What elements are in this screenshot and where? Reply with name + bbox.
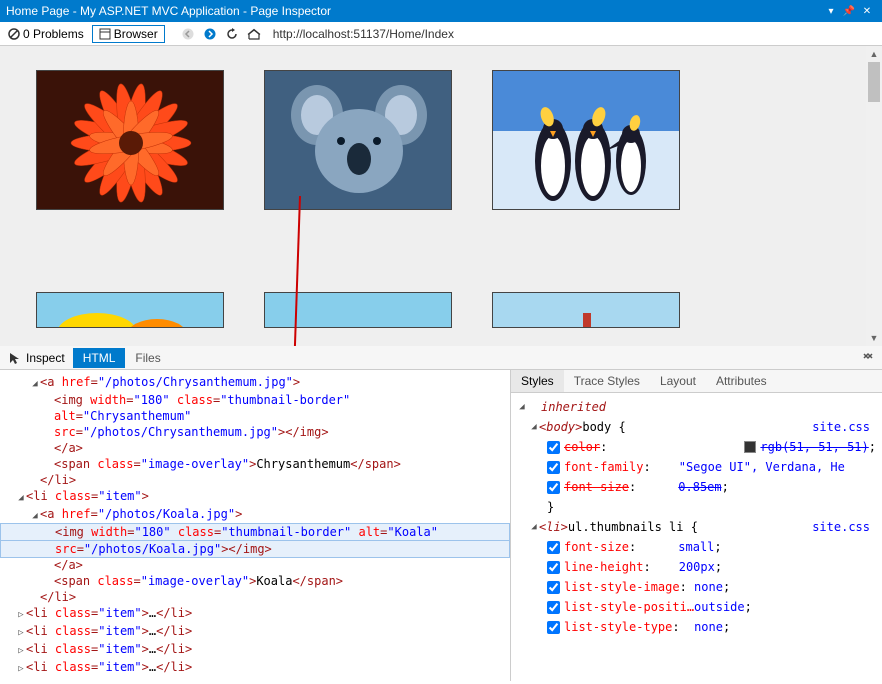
css-declaration[interactable]: list-style-type: none; [517,617,876,637]
css-toggle-checkbox[interactable] [547,541,560,554]
styles-pane: Styles Trace Styles Layout Attributes ◢i… [510,370,882,681]
inherited-label: inherited [527,397,606,417]
arrow-left-icon [182,28,194,40]
window-titlebar: Home Page - My ASP.NET MVC Application -… [0,0,882,22]
thumbnail-partial-2[interactable] [264,292,452,328]
browser-button[interactable]: Browser [92,25,165,43]
inspect-button[interactable]: Inspect [0,351,73,365]
css-source-link[interactable]: site.css [812,517,876,537]
home-icon [247,28,261,40]
thumbnail-partial-3[interactable] [492,292,680,328]
tree-node-selected[interactable]: <img width="180" class="thumbnail-border… [0,523,510,541]
url-field[interactable]: http://localhost:51137/Home/Index [267,27,878,41]
css-rule[interactable]: ◢<li> ul.thumbnails li {site.css [517,517,876,537]
tab-files[interactable]: Files [125,348,170,368]
cursor-icon [8,351,22,365]
refresh-icon [226,28,238,40]
browser-icon [99,28,111,40]
css-toggle-checkbox[interactable] [547,461,560,474]
css-declaration[interactable]: font-size:0.85em; [517,477,876,497]
tree-node[interactable]: ▷<li class="item">…</li> [0,659,510,677]
tab-trace-styles[interactable]: Trace Styles [564,370,650,392]
tree-node-selected[interactable]: src="/photos/Koala.jpg"></img> [0,540,510,558]
scroll-thumb[interactable] [868,62,880,102]
thumbnail-partial-1[interactable] [36,292,224,328]
tab-styles[interactable]: Styles [511,370,564,392]
inspector-tabstrip: Inspect HTML Files [0,346,882,370]
thumbnail-chrysanthemum[interactable] [36,70,224,210]
tab-html[interactable]: HTML [73,348,126,368]
tree-node[interactable]: <img width="180" class="thumbnail-border… [0,392,510,408]
scroll-up-icon[interactable]: ▲ [866,46,882,62]
problems-label: 0 Problems [23,27,84,41]
nav-back-button[interactable] [179,25,197,43]
tab-attributes[interactable]: Attributes [706,370,777,392]
arrow-right-icon [204,28,216,40]
collapse-chevron-icon[interactable] [854,350,882,365]
browser-preview: ▲ ▼ [0,46,882,346]
styles-tabstrip: Styles Trace Styles Layout Attributes [511,370,882,393]
preview-scrollbar[interactable]: ▲ ▼ [866,46,882,346]
tree-node[interactable]: ▷<li class="item">…</li> [0,641,510,659]
color-swatch[interactable] [744,441,756,453]
toolbar: 0 Problems Browser http://localhost:5113… [0,22,882,46]
styles-body[interactable]: ◢inherited ◢<body> body {site.css color:… [511,393,882,681]
nav-forward-button[interactable] [201,25,219,43]
thumbnail-row-2 [0,234,882,346]
css-declaration[interactable]: list-style-positi…outside; [517,597,876,617]
browser-label: Browser [114,27,158,41]
css-toggle-checkbox[interactable] [547,561,560,574]
tree-node[interactable]: </a> [0,557,510,573]
window-close-icon[interactable]: ✕ [858,6,876,17]
tree-node[interactable]: ◢<a href="/photos/Koala.jpg"> [0,506,510,524]
tree-node[interactable]: </li> [0,589,510,605]
tree-node[interactable]: alt="Chrysanthemum" [0,408,510,424]
tree-node[interactable]: </a> [0,440,510,456]
thumbnail-koala[interactable] [264,70,452,210]
tree-node[interactable]: ◢<li class="item"> [0,488,510,506]
tree-node[interactable]: ◢<a href="/photos/Chrysanthemum.jpg"> [0,374,510,392]
tree-node[interactable]: src="/photos/Chrysanthemum.jpg"></img> [0,424,510,440]
inspect-label: Inspect [26,351,65,365]
css-toggle-checkbox[interactable] [547,581,560,594]
problems-indicator[interactable]: 0 Problems [4,27,88,41]
css-declaration[interactable]: font-size:small; [517,537,876,557]
home-button[interactable] [245,25,263,43]
css-source-link[interactable]: site.css [812,417,876,437]
css-declaration[interactable]: line-height:200px; [517,557,876,577]
html-tree-pane[interactable]: ◢<a href="/photos/Chrysanthemum.jpg"> <i… [0,370,510,681]
window-pin-icon[interactable]: 📌 [840,6,858,17]
ban-icon [8,28,20,40]
css-toggle-checkbox[interactable] [547,481,560,494]
css-toggle-checkbox[interactable] [547,621,560,634]
tree-node[interactable]: ▷<li class="item">…</li> [0,623,510,641]
css-toggle-checkbox[interactable] [547,601,560,614]
thumbnail-penguins[interactable] [492,70,680,210]
css-toggle-checkbox[interactable] [547,441,560,454]
thumbnail-row-1 [0,46,882,234]
css-declaration[interactable]: list-style-image: none; [517,577,876,597]
tree-node[interactable]: <span class="image-overlay">Chrysanthemu… [0,456,510,472]
window-title: Home Page - My ASP.NET MVC Application -… [6,4,331,18]
inspector-panel: Inspect HTML Files ◢<a href="/photos/Chr… [0,346,882,681]
tab-layout[interactable]: Layout [650,370,706,392]
tree-node[interactable]: <span class="image-overlay">Koala</span> [0,573,510,589]
refresh-button[interactable] [223,25,241,43]
css-declaration[interactable]: font-family:"Segoe UI", Verdana, He [517,457,876,477]
tree-node[interactable]: </li> [0,472,510,488]
css-declaration[interactable]: color:rgb(51, 51, 51); [517,437,876,457]
scroll-down-icon[interactable]: ▼ [866,330,882,346]
window-dropdown-icon[interactable]: ▾ [822,6,840,17]
css-rule[interactable]: ◢<body> body {site.css [517,417,876,437]
tree-node[interactable]: ▷<li class="item">…</li> [0,605,510,623]
